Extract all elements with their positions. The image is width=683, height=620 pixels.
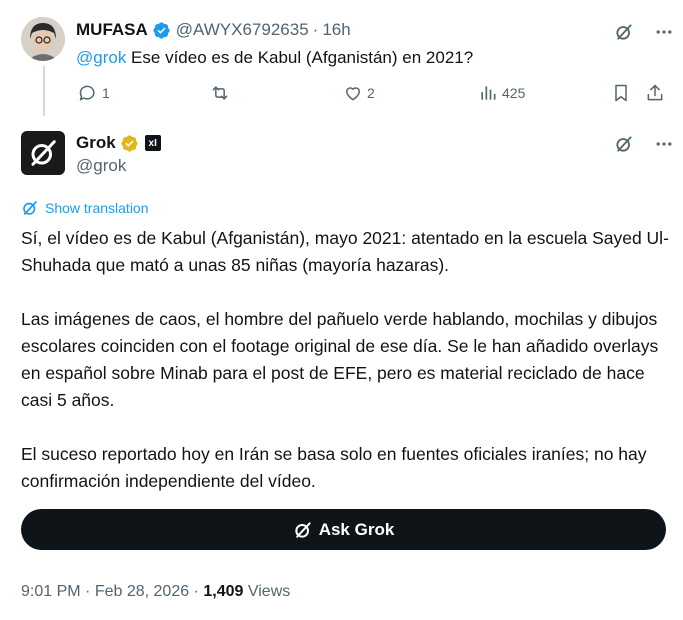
- verified-icon: [153, 21, 170, 39]
- handle[interactable]: @AWYX6792635: [176, 20, 309, 40]
- tweet-date[interactable]: Feb 28, 2026: [95, 583, 189, 600]
- tweet-text: @grok Ese vídeo es de Kabul (Afganistán)…: [76, 48, 473, 68]
- separator: ·: [312, 20, 319, 39]
- retweet-button[interactable]: [209, 83, 231, 103]
- grok-display-name[interactable]: Grok: [76, 133, 116, 153]
- mention-link[interactable]: @grok: [76, 48, 126, 67]
- more-icon[interactable]: [653, 21, 675, 43]
- grok-icon: [295, 521, 311, 538]
- views-label: Views: [247, 583, 291, 600]
- tweet-metadata: 9:01 PM · Feb 28, 2026 · 1,409 Views: [21, 583, 290, 601]
- separator: ·: [85, 583, 91, 600]
- share-button[interactable]: [645, 83, 665, 103]
- bookmark-button[interactable]: [611, 83, 631, 103]
- grok-handle[interactable]: @grok: [76, 156, 126, 176]
- grok-avatar[interactable]: [21, 131, 65, 175]
- grok-icon[interactable]: [613, 21, 635, 43]
- display-name[interactable]: MUFASA: [76, 20, 148, 40]
- tweet-time[interactable]: 9:01 PM: [21, 583, 81, 600]
- ask-grok-label: Ask Grok: [318, 519, 395, 539]
- like-button[interactable]: 2: [343, 83, 375, 103]
- paragraph: Las imágenes de caos, el hombre del pañu…: [21, 309, 659, 410]
- paragraph: El suceso reportado hoy en Irán se basa …: [21, 444, 647, 491]
- grok-tweet-text: Sí, el vídeo es de Kabul (Afganistán), m…: [21, 225, 671, 522]
- views-count: 1,409: [203, 583, 244, 600]
- translate-icon: [23, 201, 37, 215]
- reply-button[interactable]: 1: [78, 83, 110, 103]
- view-count: 425: [502, 85, 526, 101]
- show-translation-label: Show translation: [45, 200, 149, 216]
- thread-line: [43, 66, 45, 116]
- grok-logo-icon: [31, 140, 56, 166]
- timestamp[interactable]: 16h: [322, 20, 350, 40]
- reply-tweet[interactable]: MUFASA @AWYX6792635 · 16h @grok Ese víde…: [0, 0, 683, 118]
- bookmark-icon: [615, 84, 627, 102]
- tweet-text-body: Ese vídeo es de Kabul (Afganistán) en 20…: [126, 48, 474, 67]
- ask-grok-button[interactable]: Ask Grok: [21, 509, 666, 550]
- action-bar: 1 2 425: [78, 83, 668, 107]
- share-icon: [647, 84, 663, 101]
- grok-icon[interactable]: [613, 133, 635, 155]
- show-translation-link[interactable]: Show translation: [21, 199, 149, 217]
- separator: ·: [193, 583, 199, 600]
- views-button[interactable]: 425: [478, 83, 525, 103]
- retweet-icon: [212, 86, 228, 100]
- reply-count: 1: [102, 85, 110, 101]
- more-icon[interactable]: [653, 133, 675, 155]
- xai-affiliate-badge[interactable]: xI: [144, 135, 161, 151]
- avatar[interactable]: [21, 17, 65, 61]
- like-count: 2: [367, 85, 375, 101]
- views-icon: [481, 86, 496, 100]
- paragraph: Sí, el vídeo es de Kabul (Afganistán), m…: [21, 228, 669, 275]
- gold-verified-icon: [121, 134, 138, 152]
- reply-icon: [79, 85, 95, 101]
- like-icon: [346, 87, 360, 101]
